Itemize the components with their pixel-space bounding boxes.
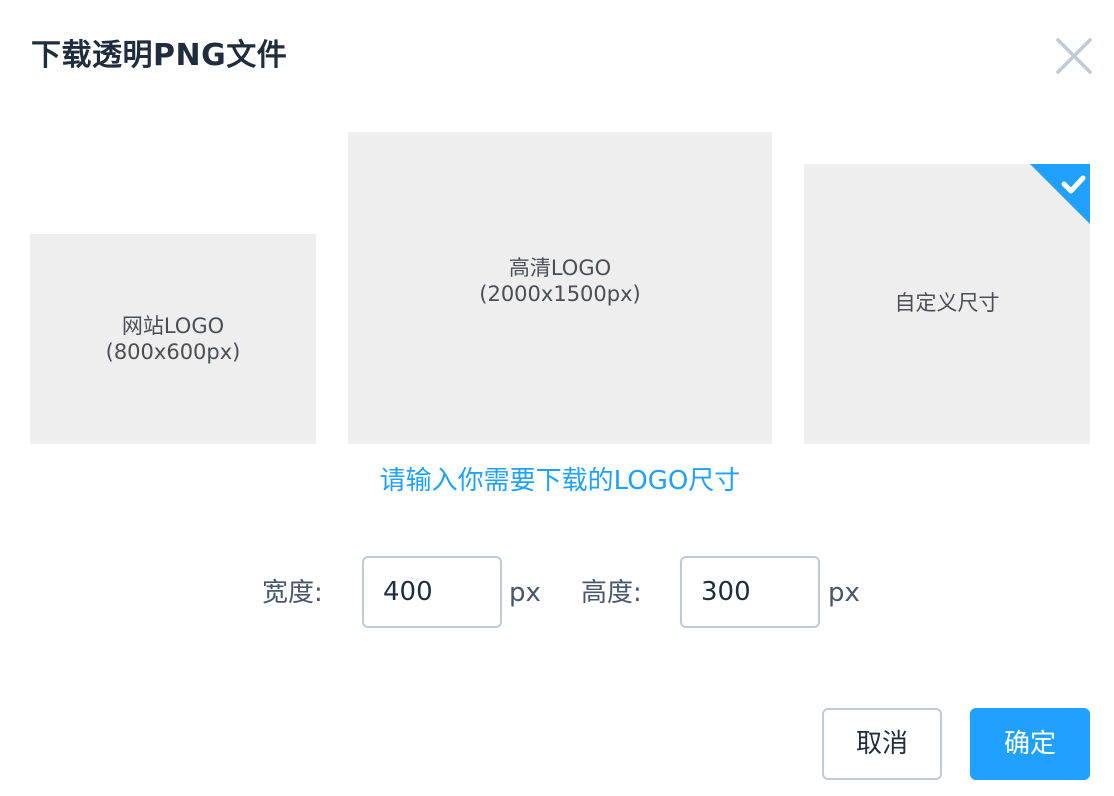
width-label: 宽度: (262, 578, 323, 608)
close-button[interactable] (1054, 36, 1094, 76)
option-label: 网站LOGO (800x600px) (106, 313, 241, 365)
width-input[interactable] (362, 556, 502, 628)
option-custom-size[interactable]: 自定义尺寸 (804, 164, 1090, 444)
option-label: 高清LOGO (2000x1500px) (479, 255, 640, 307)
height-unit: px (828, 578, 860, 608)
option-title: 自定义尺寸 (894, 291, 1000, 315)
checkmark-icon (1030, 164, 1090, 224)
size-hint-text: 请输入你需要下载的LOGO尺寸 (379, 466, 741, 496)
option-website-logo[interactable]: 网站LOGO (800x600px) (30, 234, 316, 444)
option-dimensions: (800x600px) (105, 340, 241, 364)
option-dimensions: (2000x1500px) (479, 282, 641, 306)
selected-badge (1030, 164, 1090, 224)
height-input[interactable] (680, 556, 820, 628)
close-icon (1054, 36, 1094, 76)
option-title: 网站LOGO (121, 314, 225, 338)
download-png-dialog: 下载透明PNG文件 网站LOGO (800x600px) 高清LOGO (200… (0, 0, 1114, 796)
dialog-title: 下载透明PNG文件 (31, 38, 288, 73)
height-label: 高度: (581, 578, 642, 608)
option-title: 高清LOGO (508, 256, 612, 280)
cancel-button[interactable]: 取消 (822, 708, 942, 780)
confirm-button[interactable]: 确定 (970, 708, 1090, 780)
option-hd-logo[interactable]: 高清LOGO (2000x1500px) (348, 132, 772, 444)
option-label: 自定义尺寸 (895, 290, 1000, 316)
width-unit: px (509, 578, 541, 608)
